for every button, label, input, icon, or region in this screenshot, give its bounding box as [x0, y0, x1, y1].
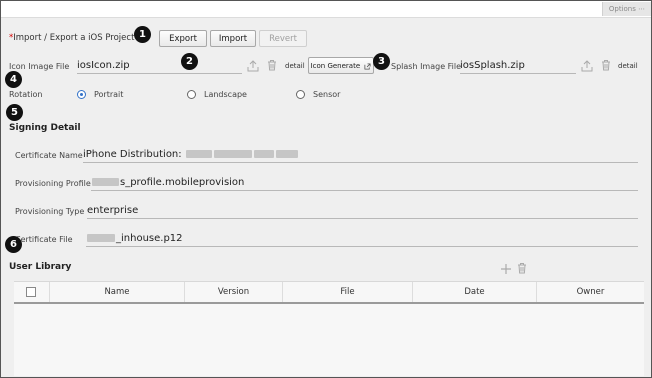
table-header: Name Version File Date Owner	[14, 282, 644, 304]
marker-1: 1	[134, 26, 151, 43]
ios-project-settings-panel: Options ⋯ *Import / Export a iOS Project…	[0, 0, 652, 378]
import-button[interactable]: Import	[210, 30, 256, 47]
certificate-file-field[interactable]: _inhouse.p12	[86, 232, 638, 247]
export-button[interactable]: Export	[159, 30, 207, 47]
redacted-text	[275, 150, 298, 158]
radio-portrait[interactable]	[77, 90, 86, 99]
redacted-text	[213, 150, 252, 158]
trash-icon[interactable]	[600, 59, 612, 71]
redacted-text	[253, 150, 274, 158]
certificate-name-field[interactable]: iPhone Distribution:	[83, 148, 638, 163]
column-header-owner[interactable]: Owner	[536, 282, 644, 302]
column-header-name[interactable]: Name	[49, 282, 184, 302]
splash-image-label: Splash Image File	[391, 62, 462, 71]
user-library-title: User Library	[9, 262, 72, 272]
revert-button[interactable]: Revert	[259, 30, 307, 47]
select-all-checkbox[interactable]	[26, 287, 36, 297]
trash-icon[interactable]	[516, 262, 528, 274]
signing-detail-title: Signing Detail	[9, 123, 81, 133]
trash-icon[interactable]	[266, 59, 278, 71]
redacted-text	[92, 178, 119, 186]
top-bar: Options ⋯	[1, 1, 651, 18]
icon-generate-button[interactable]: Icon Generate	[308, 57, 374, 74]
splash-image-field[interactable]: iosSplash.zip	[460, 59, 576, 74]
external-link-icon	[364, 62, 371, 70]
column-header-date[interactable]: Date	[412, 282, 536, 302]
radio-sensor[interactable]	[296, 90, 305, 99]
icon-image-field[interactable]: iosIcon.zip	[77, 59, 242, 74]
column-header-file[interactable]: File	[282, 282, 412, 302]
rotation-label: Rotation	[9, 90, 43, 99]
marker-5: 5	[6, 104, 23, 121]
icon-detail-link[interactable]: detail	[285, 62, 305, 70]
icon-image-label: Icon Image File	[9, 62, 70, 71]
marker-6: 6	[5, 236, 22, 253]
upload-icon[interactable]	[581, 60, 593, 72]
marker-3: 3	[373, 53, 390, 70]
provisioning-type-label: Provisioning Type	[15, 207, 85, 216]
splash-detail-link[interactable]: detail	[618, 62, 638, 70]
options-button[interactable]: Options ⋯	[602, 2, 651, 16]
provisioning-profile-label: Provisioning Profile	[15, 179, 91, 188]
radio-landscape-label: Landscape	[204, 90, 247, 99]
radio-sensor-label: Sensor	[313, 90, 341, 99]
import-export-label: *Import / Export a iOS Project	[9, 33, 135, 43]
marker-2: 2	[181, 53, 198, 70]
redacted-text	[185, 150, 212, 158]
marker-4: 4	[5, 71, 22, 88]
upload-icon[interactable]	[247, 60, 259, 72]
column-header-version[interactable]: Version	[184, 282, 282, 302]
user-library-table: Name Version File Date Owner	[14, 281, 644, 376]
certificate-file-label: Certificate File	[15, 235, 73, 244]
redacted-text	[87, 234, 115, 242]
radio-portrait-label: Portrait	[94, 90, 124, 99]
certificate-name-label: Certificate Name	[15, 151, 83, 160]
provisioning-profile-field[interactable]: s_profile.mobileprovision	[91, 176, 638, 191]
provisioning-type-field[interactable]: enterprise	[87, 204, 638, 219]
radio-landscape[interactable]	[187, 90, 196, 99]
add-icon[interactable]	[500, 263, 512, 275]
